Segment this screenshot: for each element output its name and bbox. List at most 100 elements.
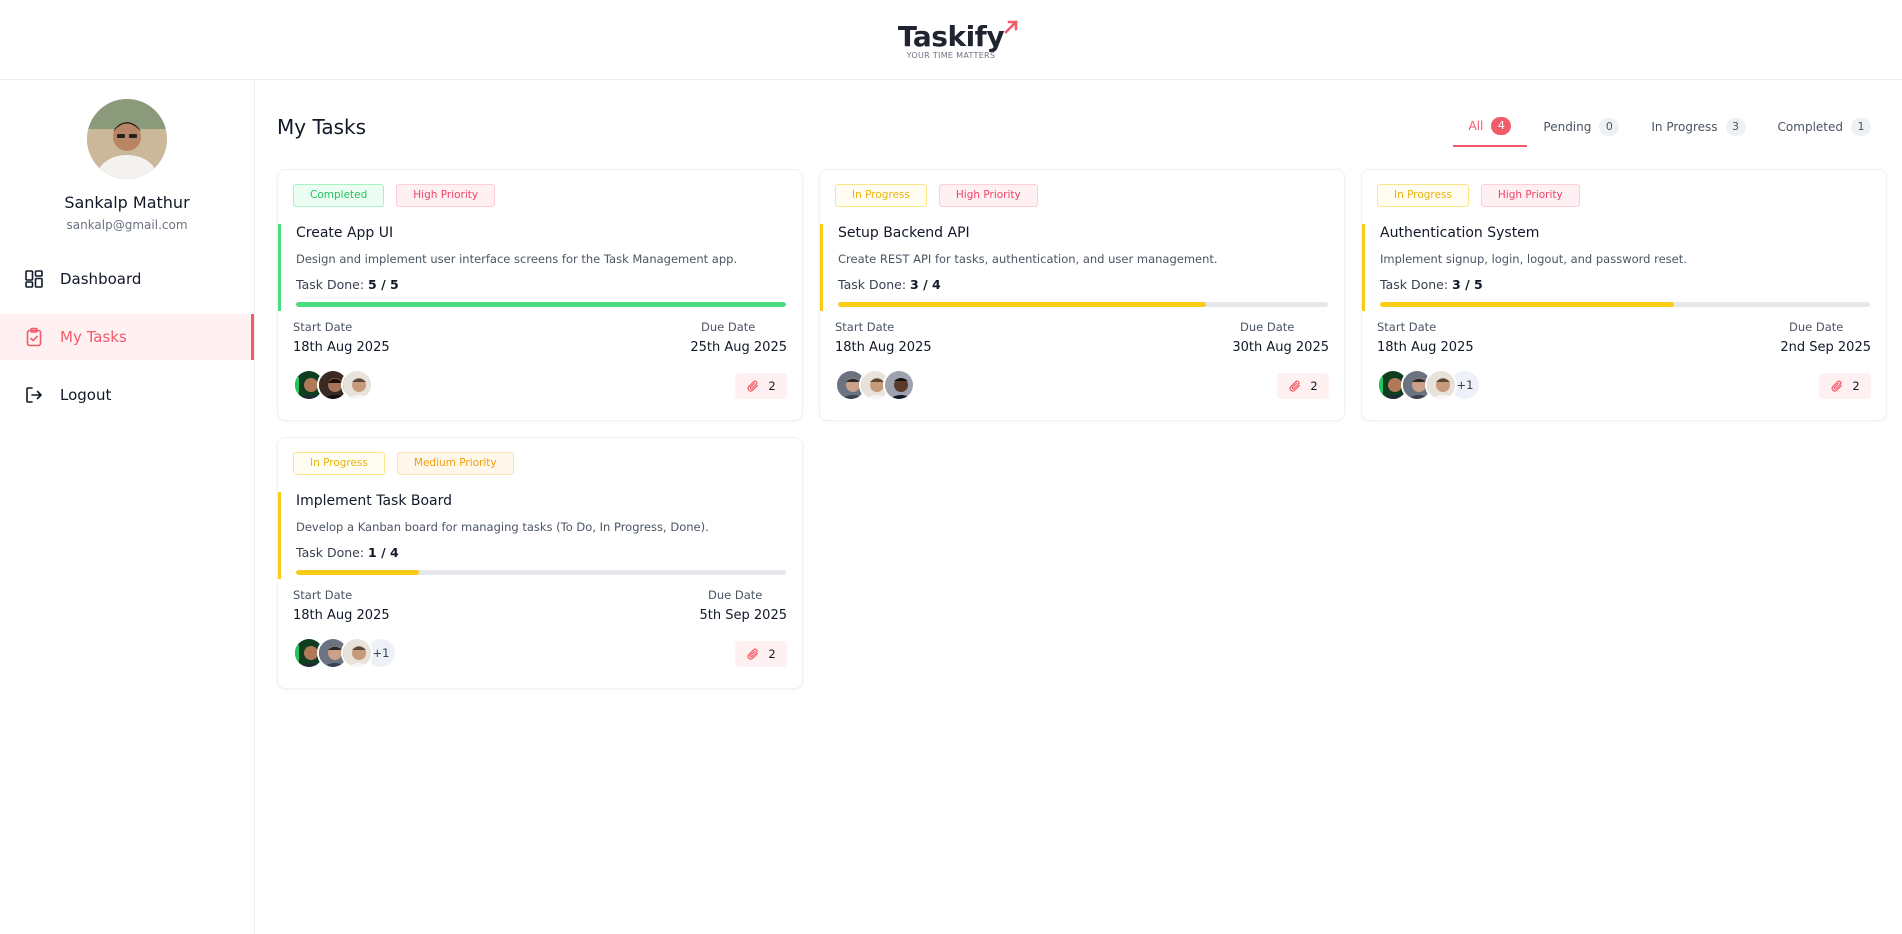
start-date-label: Start Date	[1377, 320, 1437, 334]
due-date-label: Due Date	[701, 320, 756, 334]
status-badge: In Progress	[1377, 184, 1469, 207]
priority-badge: High Priority	[396, 184, 496, 207]
progress-fill	[838, 302, 1206, 307]
progress-bar	[296, 570, 786, 575]
progress-bar	[1380, 302, 1870, 307]
sidebar-item-label: Logout	[60, 386, 112, 404]
due-date-label: Due Date	[1789, 320, 1844, 334]
user-name: Sankalp Mathur	[64, 193, 190, 212]
brand-logo[interactable]: Taskify YOUR TIME MATTERS	[897, 20, 1018, 60]
task-done-value: 3 / 5	[1452, 277, 1483, 292]
status-accent-bar	[278, 224, 281, 311]
sidebar-item-logout[interactable]: Logout	[0, 372, 254, 418]
sidebar-item-label: Dashboard	[60, 270, 142, 288]
task-description: Develop a Kanban board for managing task…	[296, 520, 709, 534]
attachments-count: 2	[768, 379, 776, 393]
sidebar-item-dashboard[interactable]: Dashboard	[0, 256, 254, 302]
paperclip-icon	[1831, 380, 1843, 392]
progress-fill	[296, 570, 419, 575]
user-email: sankalp@gmail.com	[66, 218, 188, 232]
start-date: 18th Aug 2025	[293, 608, 390, 623]
priority-badge: Medium Priority	[396, 452, 514, 475]
tab-label: In Progress	[1651, 120, 1718, 134]
start-date-label: Start Date	[293, 320, 353, 334]
tab-count-badge: 3	[1725, 118, 1746, 136]
sidebar-item-label: My Tasks	[60, 328, 127, 346]
avatar	[341, 369, 373, 401]
progress-fill	[296, 302, 786, 307]
task-done-value: 1 / 4	[368, 545, 399, 560]
task-done-value: 3 / 4	[910, 277, 941, 292]
brand-tagline: YOUR TIME MATTERS	[906, 51, 996, 60]
tab-label: Completed	[1777, 120, 1843, 134]
due-date-label: Due Date	[1240, 320, 1295, 334]
due-date: 30th Aug 2025	[1232, 340, 1329, 355]
due-date: 25th Aug 2025	[690, 340, 787, 355]
task-description: Create REST API for tasks, authenticatio…	[838, 252, 1218, 266]
user-avatar[interactable]	[87, 99, 167, 179]
progress-bar	[838, 302, 1328, 307]
start-date: 18th Aug 2025	[1377, 340, 1474, 355]
progress-fill	[1380, 302, 1674, 307]
status-badge: In Progress	[293, 452, 385, 475]
sidebar: Sankalp Mathur sankalp@gmail.com Dashboa…	[0, 81, 255, 934]
sidebar-item-my-tasks[interactable]: My Tasks	[0, 314, 254, 360]
task-title: Implement Task Board	[296, 493, 453, 509]
attachments-count: 2	[1310, 379, 1318, 393]
top-bar: Taskify YOUR TIME MATTERS	[0, 0, 1902, 80]
tab-completed[interactable]: Completed 1	[1762, 117, 1887, 147]
tab-count-badge: 4	[1491, 117, 1512, 135]
status-tabs: All 4 Pending 0 In Progress 3 Completed …	[1452, 117, 1888, 147]
due-date-label: Due Date	[708, 588, 763, 602]
logo-arrow-icon	[1004, 20, 1018, 34]
assignee-avatars[interactable]: +1	[1377, 369, 1481, 401]
paperclip-icon	[1289, 380, 1301, 392]
task-title: Create App UI	[296, 225, 394, 241]
attachments-button[interactable]: 2	[1277, 373, 1329, 399]
task-done: Task Done: 3 / 5	[1380, 277, 1483, 292]
task-done-label: Task Done:	[296, 545, 365, 560]
task-done: Task Done: 1 / 4	[296, 545, 399, 560]
status-accent-bar	[820, 224, 823, 311]
attachments-button[interactable]: 2	[735, 641, 787, 667]
task-title: Setup Backend API	[838, 225, 970, 241]
tab-all[interactable]: All 4	[1452, 117, 1528, 147]
task-card[interactable]: Completed High Priority Create App UI De…	[277, 169, 803, 421]
task-card[interactable]: In Progress High Priority Authentication…	[1361, 169, 1887, 421]
tab-count-badge: 1	[1851, 118, 1871, 136]
tab-label: All	[1468, 119, 1484, 133]
attachments-count: 2	[768, 647, 776, 661]
attachments-button[interactable]: 2	[1819, 373, 1871, 399]
task-done: Task Done: 3 / 4	[838, 277, 941, 292]
page-title: My Tasks	[277, 115, 367, 139]
tab-pending[interactable]: Pending 0	[1527, 117, 1635, 147]
task-description: Implement signup, login, logout, and pas…	[1380, 252, 1687, 266]
start-date-label: Start Date	[835, 320, 895, 334]
task-done-label: Task Done:	[1380, 277, 1449, 292]
task-done-label: Task Done:	[838, 277, 907, 292]
task-done-label: Task Done:	[296, 277, 365, 292]
attachments-count: 2	[1852, 379, 1860, 393]
assignee-avatars[interactable]: +1	[293, 637, 397, 669]
status-badge: Completed	[293, 184, 385, 207]
brand-name: Taskify	[897, 20, 1005, 53]
paperclip-icon	[747, 380, 759, 392]
task-card[interactable]: In Progress Medium Priority Implement Ta…	[277, 437, 803, 689]
due-date: 5th Sep 2025	[699, 608, 787, 623]
priority-badge: High Priority	[938, 184, 1038, 207]
paperclip-icon	[747, 648, 759, 660]
start-date: 18th Aug 2025	[293, 340, 390, 355]
dashboard-icon	[25, 270, 43, 288]
task-card[interactable]: In Progress High Priority Setup Backend …	[819, 169, 1345, 421]
assignee-avatars[interactable]	[293, 369, 373, 401]
avatar	[883, 369, 915, 401]
status-badge: In Progress	[835, 184, 927, 207]
start-date: 18th Aug 2025	[835, 340, 932, 355]
attachments-button[interactable]: 2	[735, 373, 787, 399]
priority-badge: High Priority	[1480, 184, 1580, 207]
avatar	[1425, 369, 1457, 401]
task-description: Design and implement user interface scre…	[296, 252, 738, 266]
tab-label: Pending	[1543, 120, 1592, 134]
assignee-avatars[interactable]	[835, 369, 915, 401]
tab-in-progress[interactable]: In Progress 3	[1635, 117, 1761, 147]
